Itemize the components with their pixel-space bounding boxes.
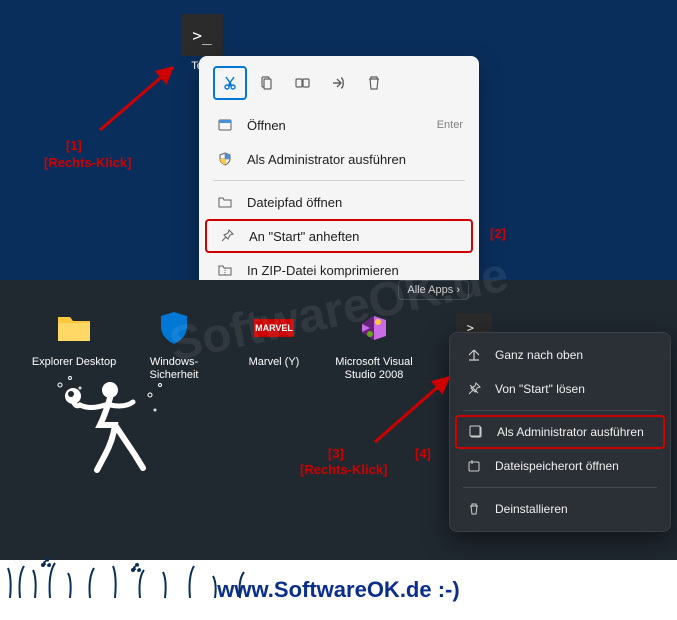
location-icon <box>465 459 483 473</box>
menu-item-label: Als Administrator ausführen <box>247 152 406 167</box>
context-menu-dark: Ganz nach oben Von "Start" lösen Als Adm… <box>449 332 671 532</box>
footer-url: www.SoftwareOK.de :-) <box>217 577 459 603</box>
menu-item-label: Als Administrator ausführen <box>497 425 644 439</box>
footer: www.SoftwareOK.de :-) <box>0 560 677 620</box>
app-tile-security[interactable]: Windows-Sicherheit <box>130 308 218 382</box>
context-toolbar <box>205 62 473 108</box>
copy-icon <box>258 75 274 91</box>
rename-icon <box>294 75 310 91</box>
trash-icon <box>465 502 483 516</box>
annotation-3-label: [Rechts-Klick] <box>300 462 387 477</box>
menu-item-label: Deinstallieren <box>495 502 568 516</box>
folder-icon <box>215 195 235 209</box>
cut-button[interactable] <box>213 66 247 100</box>
menu-item-label: Von "Start" lösen <box>495 382 585 396</box>
copy-button[interactable] <box>249 66 283 100</box>
all-apps-button[interactable]: Alle Apps › <box>398 280 469 300</box>
marvel-icon: MARVEL <box>254 308 294 348</box>
open-icon <box>215 118 235 132</box>
annotation-2: [2] <box>490 226 506 241</box>
menu-item-run-as-admin[interactable]: Als Administrator ausführen <box>205 142 473 176</box>
desktop-area: >_ Tern Öffnen Enter <box>0 0 677 280</box>
app-tile-label: Windows-Sicherheit <box>130 356 218 382</box>
app-tile-label: Explorer Desktop <box>30 356 118 369</box>
menu-item-unpin-from-start[interactable]: Von "Start" lösen <box>455 372 665 406</box>
delete-button[interactable] <box>357 66 391 100</box>
runner-figure-icon <box>55 370 175 490</box>
menu-item-open-file-location[interactable]: Dateispeicherort öffnen <box>455 449 665 483</box>
menu-separator <box>463 410 657 411</box>
menu-item-label: Dateispeicherort öffnen <box>495 459 619 473</box>
menu-item-label: In ZIP-Datei komprimieren <box>247 263 399 278</box>
menu-item-move-to-top[interactable]: Ganz nach oben <box>455 338 665 372</box>
menu-item-pin-to-start[interactable]: An "Start" anheften <box>205 219 473 253</box>
app-tile-label: Marvel (Y) <box>230 356 318 369</box>
menu-separator <box>463 487 657 488</box>
app-tile-explorer[interactable]: Explorer Desktop <box>30 308 118 382</box>
start-menu-area: Alle Apps › Explorer Desktop Windows-Sic… <box>0 280 677 560</box>
menu-item-open-file-path[interactable]: Dateipfad öffnen <box>205 185 473 219</box>
annotation-3: [3] <box>328 446 344 461</box>
menu-item-uninstall[interactable]: Deinstallieren <box>455 492 665 526</box>
share-icon <box>330 75 346 91</box>
menu-item-shortcut: Enter <box>437 119 463 131</box>
shield-icon <box>154 308 194 348</box>
menu-item-label: Ganz nach oben <box>495 348 583 362</box>
app-tile-marvel[interactable]: MARVEL Marvel (Y) <box>230 308 318 382</box>
arrow-1-icon <box>90 60 190 140</box>
arrow-3-icon <box>370 370 470 450</box>
trash-icon <box>366 75 382 91</box>
rename-button[interactable] <box>285 66 319 100</box>
terminal-icon: >_ <box>181 14 223 56</box>
share-button[interactable] <box>321 66 355 100</box>
arrow-up-icon <box>465 348 483 362</box>
scissors-icon <box>222 75 238 91</box>
annotation-1-label: [Rechts-Klick] <box>44 155 131 170</box>
menu-item-run-as-admin[interactable]: Als Administrator ausführen <box>455 415 665 449</box>
annotation-1: [1] <box>66 138 82 153</box>
zip-icon <box>215 263 235 277</box>
menu-item-label: Dateipfad öffnen <box>247 195 342 210</box>
menu-item-open[interactable]: Öffnen Enter <box>205 108 473 142</box>
menu-item-label: An "Start" anheften <box>249 229 359 244</box>
shield-icon <box>215 152 235 166</box>
visual-studio-icon <box>354 308 394 348</box>
pin-icon <box>217 229 237 243</box>
context-menu-light: Öffnen Enter Als Administrator ausführen… <box>199 56 479 293</box>
menu-item-label: Öffnen <box>247 118 286 133</box>
folder-icon <box>54 308 94 348</box>
menu-separator <box>213 180 465 181</box>
